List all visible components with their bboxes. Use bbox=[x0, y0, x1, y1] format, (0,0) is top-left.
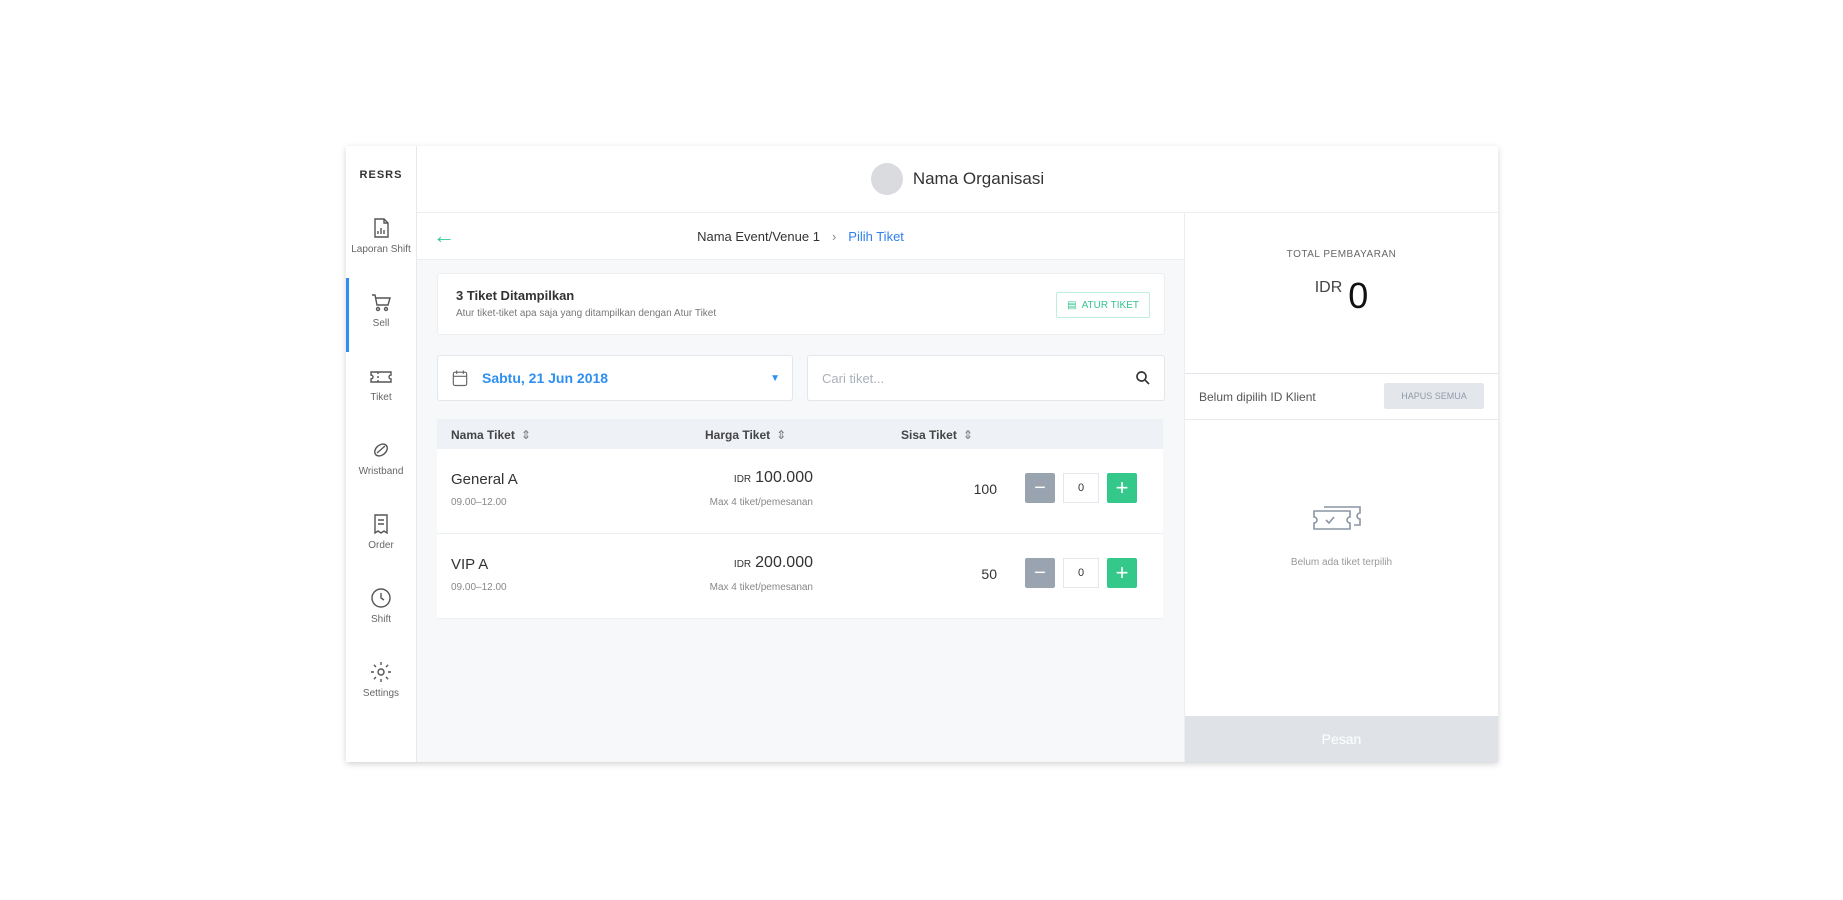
increase-quantity-button[interactable]: + bbox=[1107, 558, 1137, 588]
ticket-time: 09.00–12.00 bbox=[451, 497, 507, 508]
tickets-shown-card: 3 Tiket Ditampilkan Atur tiket-tiket apa… bbox=[437, 273, 1165, 335]
sidebar-item-label: Order bbox=[368, 540, 394, 551]
calendar-icon bbox=[452, 370, 468, 387]
ticket-max: Max 4 tiket/pemesanan bbox=[709, 497, 813, 508]
receipt-icon bbox=[374, 514, 388, 535]
report-icon bbox=[374, 218, 389, 238]
quantity-input[interactable] bbox=[1063, 558, 1099, 588]
sidebar-item-sell[interactable]: Sell bbox=[346, 278, 416, 352]
app-window: RESRS Laporan Shift Sell Tiket Wristband bbox=[346, 146, 1498, 762]
ticket-price: IDR 200.000 bbox=[733, 554, 813, 571]
top-bar: Nama Organisasi bbox=[417, 146, 1498, 213]
sidebar-item-label: Tiket bbox=[370, 392, 392, 403]
sidebar-item-label: Wristband bbox=[358, 466, 404, 477]
increase-quantity-button[interactable]: + bbox=[1107, 473, 1137, 503]
ticket-max: Max 4 tiket/pemesanan bbox=[709, 582, 813, 593]
ticket-stock: 100 bbox=[973, 481, 997, 497]
quantity-input[interactable] bbox=[1063, 473, 1099, 503]
empty-state-text: Belum ada tiket terpilih bbox=[1290, 557, 1393, 568]
column-header-price[interactable]: Harga Tiket ⇕ bbox=[705, 428, 786, 442]
decrease-quantity-button[interactable]: − bbox=[1025, 473, 1055, 503]
cart-icon bbox=[372, 294, 391, 312]
ticket-stock: 50 bbox=[981, 566, 997, 582]
ticket-time: 09.00–12.00 bbox=[451, 582, 507, 593]
sort-icon: ⇕ bbox=[520, 428, 531, 442]
chevron-down-icon: ▼ bbox=[770, 372, 780, 384]
ticket-panel: ← Nama Event/Venue 1 › Pilih Tiket 3 Tik… bbox=[417, 213, 1185, 762]
logo: RESRS bbox=[359, 169, 403, 181]
ticket-search bbox=[807, 355, 1165, 401]
main-area: Nama Organisasi ← Nama Event/Venue 1 › P… bbox=[417, 146, 1498, 762]
table-row: General A 09.00–12.00 IDR 100.000 Max 4 t… bbox=[437, 449, 1163, 534]
sidebar-item-label: Laporan Shift bbox=[351, 244, 411, 255]
breadcrumb-current: Pilih Tiket bbox=[848, 228, 904, 244]
selected-date: Sabtu, 21 Jun 2018 bbox=[482, 370, 609, 386]
back-arrow-icon[interactable]: ← bbox=[433, 223, 455, 249]
content: ← Nama Event/Venue 1 › Pilih Tiket 3 Tik… bbox=[417, 213, 1498, 762]
total-value: 0 bbox=[1348, 275, 1369, 316]
sidebar-item-label: Shift bbox=[370, 614, 391, 625]
ticket-icon bbox=[370, 371, 392, 383]
manage-tickets-label: ATUR TIKET bbox=[1081, 299, 1139, 311]
sort-icon: ⇕ bbox=[776, 428, 787, 442]
sidebar-item-shift[interactable]: Shift bbox=[346, 574, 416, 648]
column-header-stock[interactable]: Sisa Tiket ⇕ bbox=[901, 428, 973, 442]
total-currency: IDR bbox=[1314, 279, 1343, 296]
clock-icon bbox=[371, 588, 391, 608]
customer-id-text: Belum dipilih ID Klient bbox=[1199, 390, 1316, 404]
decrease-quantity-button[interactable]: − bbox=[1025, 558, 1055, 588]
sidebar-item-order[interactable]: Order bbox=[346, 500, 416, 574]
search-input[interactable] bbox=[820, 369, 1134, 387]
sort-icon: ⇕ bbox=[962, 428, 973, 442]
list-icon: ▤ bbox=[1067, 299, 1077, 311]
tickets-shown-subtitle: Atur tiket-tiket apa saja yang ditampilk… bbox=[456, 308, 717, 319]
ticket-name: General A bbox=[451, 471, 518, 488]
column-header-name[interactable]: Nama Tiket ⇕ bbox=[451, 428, 531, 442]
divider bbox=[1185, 373, 1498, 374]
sidebar-item-tiket[interactable]: Tiket bbox=[346, 352, 416, 426]
table-header: Nama Tiket ⇕ Harga Tiket ⇕ Sisa Tiket ⇕ bbox=[437, 419, 1163, 449]
clear-all-button[interactable]: HAPUS SEMUA bbox=[1384, 383, 1484, 409]
ticket-name: VIP A bbox=[451, 556, 489, 573]
gear-icon bbox=[371, 662, 391, 682]
sidebar-item-settings[interactable]: Settings bbox=[346, 648, 416, 722]
ticket-price: IDR 100.000 bbox=[733, 469, 813, 486]
sidebar-item-label: Settings bbox=[362, 688, 400, 699]
manage-tickets-button[interactable]: ▤ ATUR TIKET bbox=[1056, 292, 1150, 318]
order-button[interactable]: Pesan bbox=[1185, 716, 1498, 762]
order-summary-panel: TOTAL PEMBAYARAN IDR 0 Belum dipilih ID … bbox=[1185, 213, 1498, 762]
search-icon[interactable] bbox=[1134, 369, 1152, 387]
total-amount: IDR 0 bbox=[1185, 277, 1498, 315]
ticket-table: Nama Tiket ⇕ Harga Tiket ⇕ Sisa Tiket ⇕ Gen… bbox=[437, 419, 1163, 619]
avatar[interactable] bbox=[870, 163, 903, 195]
table-row: VIP A 09.00–12.00 IDR 200.000 Max 4 tiket… bbox=[437, 534, 1163, 619]
wristband-icon bbox=[374, 443, 388, 457]
sidebar-item-label: Sell bbox=[372, 318, 390, 329]
total-label: TOTAL PEMBAYARAN bbox=[1286, 249, 1397, 260]
date-select[interactable]: Sabtu, 21 Jun 2018 ▼ bbox=[437, 355, 793, 401]
empty-ticket-icon bbox=[1313, 506, 1361, 530]
sidebar-item-wristband[interactable]: Wristband bbox=[346, 426, 416, 500]
tickets-shown-title: 3 Tiket Ditampilkan bbox=[456, 288, 575, 303]
breadcrumb-separator: › bbox=[831, 228, 837, 244]
breadcrumb-event[interactable]: Nama Event/Venue 1 bbox=[697, 229, 820, 244]
sidebar-item-laporan-shift[interactable]: Laporan Shift bbox=[346, 204, 416, 278]
breadcrumb: ← Nama Event/Venue 1 › Pilih Tiket bbox=[417, 213, 1184, 260]
sidebar: RESRS Laporan Shift Sell Tiket Wristband bbox=[346, 146, 417, 762]
customer-bar: Belum dipilih ID Klient HAPUS SEMUA bbox=[1185, 375, 1498, 420]
organization-name: Nama Organisasi bbox=[912, 169, 1045, 188]
